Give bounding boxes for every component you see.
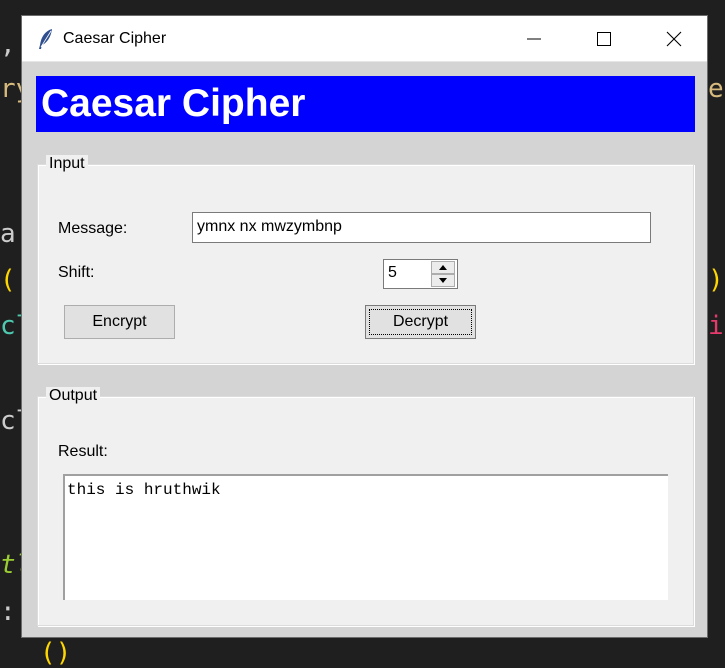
message-label: Message: xyxy=(58,220,128,237)
output-section-title: Output xyxy=(46,387,101,405)
bg-code-fragment: : xyxy=(0,597,16,627)
window-title: Caesar Cipher xyxy=(63,30,167,47)
result-textarea[interactable]: this is hruthwik xyxy=(63,474,668,600)
spin-down-button[interactable] xyxy=(431,274,455,287)
bg-code-fragment: , xyxy=(0,30,16,60)
maximize-icon xyxy=(597,32,611,46)
feather-icon xyxy=(39,29,52,49)
maximize-button[interactable] xyxy=(569,16,639,62)
bg-code-fragment: i xyxy=(708,311,724,341)
spin-up-button[interactable] xyxy=(431,261,455,274)
chevron-up-icon xyxy=(439,265,447,270)
result-label: Result: xyxy=(58,443,108,460)
bg-code-fragment: () xyxy=(40,638,72,668)
shift-label: Shift: xyxy=(58,264,95,281)
app-window: Caesar Cipher Caesar Cipher Input Messag… xyxy=(21,15,708,638)
app-header: Caesar Cipher xyxy=(36,76,695,132)
minimize-button[interactable] xyxy=(499,16,569,62)
bg-code-fragment: ) xyxy=(708,265,724,295)
close-icon xyxy=(666,31,682,47)
bg-code-fragment: ( xyxy=(0,265,16,295)
focus-ring xyxy=(369,309,472,335)
decrypt-button[interactable]: Decrypt xyxy=(365,305,476,339)
bg-code-fragment: e xyxy=(708,74,724,104)
encrypt-button-label: Encrypt xyxy=(92,313,147,330)
input-section-title: Input xyxy=(46,155,88,173)
output-section: Output Result: this is hruthwik xyxy=(37,387,694,626)
shift-value[interactable]: 5 xyxy=(388,264,397,282)
chevron-down-icon xyxy=(439,278,447,283)
bg-code-fragment: a xyxy=(0,219,16,249)
title-bar[interactable]: Caesar Cipher xyxy=(22,16,707,62)
message-input[interactable]: ymnx nx mwzymbnp xyxy=(192,212,651,243)
close-button[interactable] xyxy=(639,16,709,62)
minimize-icon xyxy=(527,38,541,40)
encrypt-button[interactable]: Encrypt xyxy=(64,305,175,339)
input-section: Input Message: ymnx nx mwzymbnp Shift: 5… xyxy=(37,155,694,364)
shift-spinbox[interactable]: 5 xyxy=(383,259,458,289)
